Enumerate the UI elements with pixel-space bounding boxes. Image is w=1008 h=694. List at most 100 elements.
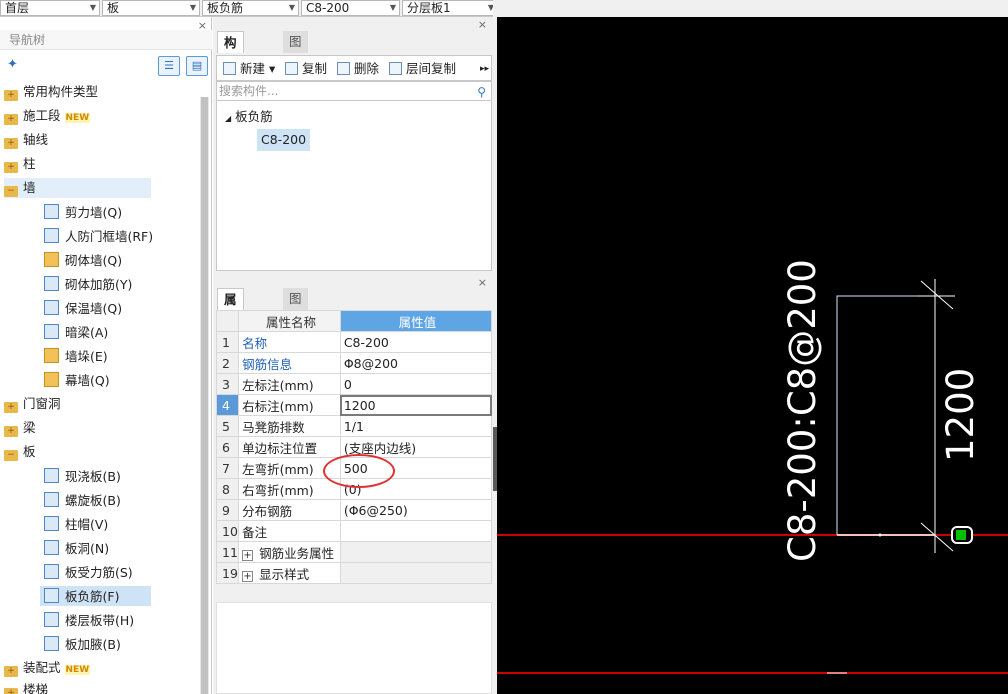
- nav-item-label: 螺旋板(B): [65, 493, 121, 508]
- nav-item-label: 暗梁(A): [65, 325, 109, 340]
- component-item-selected[interactable]: C8-200: [257, 129, 311, 151]
- new-icon: [223, 62, 236, 75]
- table-row[interactable]: 19 + 显示样式: [215, 562, 493, 584]
- grip-marker[interactable]: [956, 530, 966, 540]
- nav-item-prefab[interactable]: + 装配式 NEW: [4, 658, 91, 678]
- nav-item-label: 门窗洞: [23, 396, 61, 411]
- collapse-triangle-icon[interactable]: ◢: [225, 114, 231, 123]
- expandable-property[interactable]: + 钢筋业务属性: [238, 541, 341, 563]
- column-cap-icon: [44, 516, 59, 531]
- cad-drawing[interactable]: C8-200:C8@200 1200: [497, 17, 1008, 694]
- nav-item-construction-section[interactable]: + 施工段 NEW: [4, 106, 91, 126]
- nav-item-beam[interactable]: + 梁: [4, 418, 36, 438]
- nav-item-column-cap[interactable]: 柱帽(V): [44, 514, 108, 534]
- folder-plus-icon: +: [4, 688, 18, 694]
- copy-icon: [285, 62, 298, 75]
- nav-item-common[interactable]: + 常用构件类型: [4, 82, 98, 102]
- property-value[interactable]: 1/1: [339, 415, 493, 437]
- nav-item-spiral-slab[interactable]: 螺旋板(B): [44, 490, 121, 510]
- property-value[interactable]: 0: [339, 373, 493, 395]
- nav-item-stairs[interactable]: + 楼梯: [4, 680, 48, 694]
- nav-item-column[interactable]: + 柱: [4, 154, 36, 174]
- nav-item-masonry-wall[interactable]: 砌体墙(Q): [44, 250, 122, 270]
- nav-item-slab-hole[interactable]: 板洞(N): [44, 538, 109, 558]
- nav-item-slab-haunch[interactable]: 板加腋(B): [44, 634, 121, 654]
- property-value[interactable]: [339, 520, 493, 542]
- copy-button[interactable]: 复制: [285, 59, 327, 79]
- new-button[interactable]: 新建 ▾: [223, 59, 275, 79]
- table-row[interactable]: 4 右标注(mm) 1200: [215, 394, 493, 416]
- nav-scrollbar[interactable]: [200, 97, 209, 694]
- floor-copy-button-label: 层间复制: [406, 61, 457, 76]
- layer-select[interactable]: 分层板1 ▼: [402, 0, 498, 16]
- nav-item-wall-pier[interactable]: 墙垛(E): [44, 346, 108, 366]
- nav-item-door-window[interactable]: + 门窗洞: [4, 394, 61, 414]
- type-select[interactable]: 板负筋 ▼: [202, 0, 299, 16]
- row-number: 7: [215, 457, 240, 479]
- table-row[interactable]: 3 左标注(mm) 0: [215, 373, 493, 395]
- category-select[interactable]: 板 ▼: [102, 0, 200, 16]
- component-select[interactable]: C8-200 ▼: [301, 0, 400, 16]
- row-number: 5: [215, 415, 240, 437]
- tab-component-list[interactable]: 构件列表: [217, 31, 244, 113]
- nav-item-slab-negative-rebar[interactable]: 板负筋(F): [40, 586, 151, 606]
- nav-item-shear-wall[interactable]: 剪力墙(Q): [44, 202, 122, 222]
- search-icon[interactable]: ⚲: [477, 83, 486, 101]
- nav-item-axis[interactable]: + 轴线: [4, 130, 48, 150]
- more-icon[interactable]: ▸▸: [480, 59, 489, 79]
- component-tree-root[interactable]: ◢ 板负筋: [225, 107, 273, 129]
- table-row[interactable]: 9 分布钢筋 (Φ6@250): [215, 499, 493, 521]
- copy-button-label: 复制: [302, 61, 328, 76]
- row-number: 19: [215, 562, 240, 584]
- nav-item-cast-slab[interactable]: 现浇板(B): [44, 466, 121, 486]
- spiral-slab-icon: [44, 492, 59, 507]
- expand-icon[interactable]: +: [242, 549, 254, 561]
- table-row[interactable]: 5 马凳筋排数 1/1: [215, 415, 493, 437]
- floor-select[interactable]: 首层 ▼: [0, 0, 100, 16]
- header-property-value: 属性值: [339, 310, 493, 332]
- property-table: 属性名称 属性值 1 名称 C8-200 2 钢筋信息 Φ8@200 3 左标注…: [215, 310, 493, 584]
- nav-item-curtain-wall[interactable]: 幕墙(Q): [44, 370, 110, 390]
- expandable-property[interactable]: + 显示样式: [238, 562, 341, 584]
- tab-property-list[interactable]: 属性列表: [217, 288, 244, 370]
- nav-item-slab[interactable]: − 板: [4, 442, 36, 462]
- nav-item-hidden-beam[interactable]: 暗梁(A): [44, 322, 108, 342]
- curtain-wall-icon: [44, 372, 59, 387]
- list-view-icon[interactable]: ☰: [158, 56, 180, 76]
- nav-item-floor-strip[interactable]: 楼层板带(H): [44, 610, 134, 630]
- table-row[interactable]: 11 + 钢筋业务属性: [215, 541, 493, 563]
- expand-icon[interactable]: +: [242, 570, 254, 582]
- table-row[interactable]: 2 钢筋信息 Φ8@200: [215, 352, 493, 374]
- close-icon[interactable]: ×: [478, 18, 487, 31]
- property-value[interactable]: C8-200: [339, 331, 493, 353]
- type-select-value: 板负筋: [207, 1, 244, 15]
- table-row[interactable]: 1 名称 C8-200: [215, 331, 493, 353]
- panel-splitter[interactable]: [213, 275, 493, 287]
- component-panel: × 构件列表 图纸管理 新建 ▾ 复制 删除 层间复制 ▸▸ 搜索构件...⚲ …: [213, 17, 493, 694]
- component-search-input[interactable]: 搜索构件... ⚲: [216, 81, 492, 101]
- close-icon[interactable]: ×: [478, 276, 487, 289]
- property-name: 钢筋业务属性: [259, 545, 335, 561]
- nav-scrollbar-thumb[interactable]: [201, 97, 208, 694]
- nav-item-wall[interactable]: − 墙: [4, 178, 151, 198]
- property-value[interactable]: (Φ6@250): [339, 499, 493, 521]
- property-value-editing[interactable]: 1200: [339, 394, 493, 416]
- table-row[interactable]: 10 备注: [215, 520, 493, 542]
- nav-item-label: 梁: [23, 420, 36, 435]
- property-value[interactable]: Φ8@200: [339, 352, 493, 374]
- detail-view-icon[interactable]: ▤: [186, 56, 208, 76]
- nav-item-insulation-wall[interactable]: 保温墙(Q): [44, 298, 122, 318]
- slab-haunch-icon: [44, 636, 59, 651]
- nav-item-masonry-rebar[interactable]: 砌体加筋(Y): [44, 274, 132, 294]
- nav-item-label: 楼层板带(H): [65, 613, 135, 628]
- cad-canvas[interactable]: C8-200:C8@200 1200: [497, 17, 1008, 694]
- tab-layer-management[interactable]: 图层管理: [283, 288, 308, 369]
- add-icon[interactable]: ✦: [7, 57, 18, 72]
- delete-button[interactable]: 删除: [337, 59, 379, 79]
- tab-drawing-management[interactable]: 图纸管理: [283, 31, 308, 112]
- slab-main-rebar-icon: [44, 564, 59, 579]
- floor-copy-button[interactable]: 层间复制: [389, 59, 456, 79]
- property-name: 名称: [238, 331, 341, 353]
- nav-item-slab-main-rebar[interactable]: 板受力筋(S): [44, 562, 133, 582]
- nav-item-civil-defense-wall[interactable]: 人防门框墙(RF): [44, 226, 153, 246]
